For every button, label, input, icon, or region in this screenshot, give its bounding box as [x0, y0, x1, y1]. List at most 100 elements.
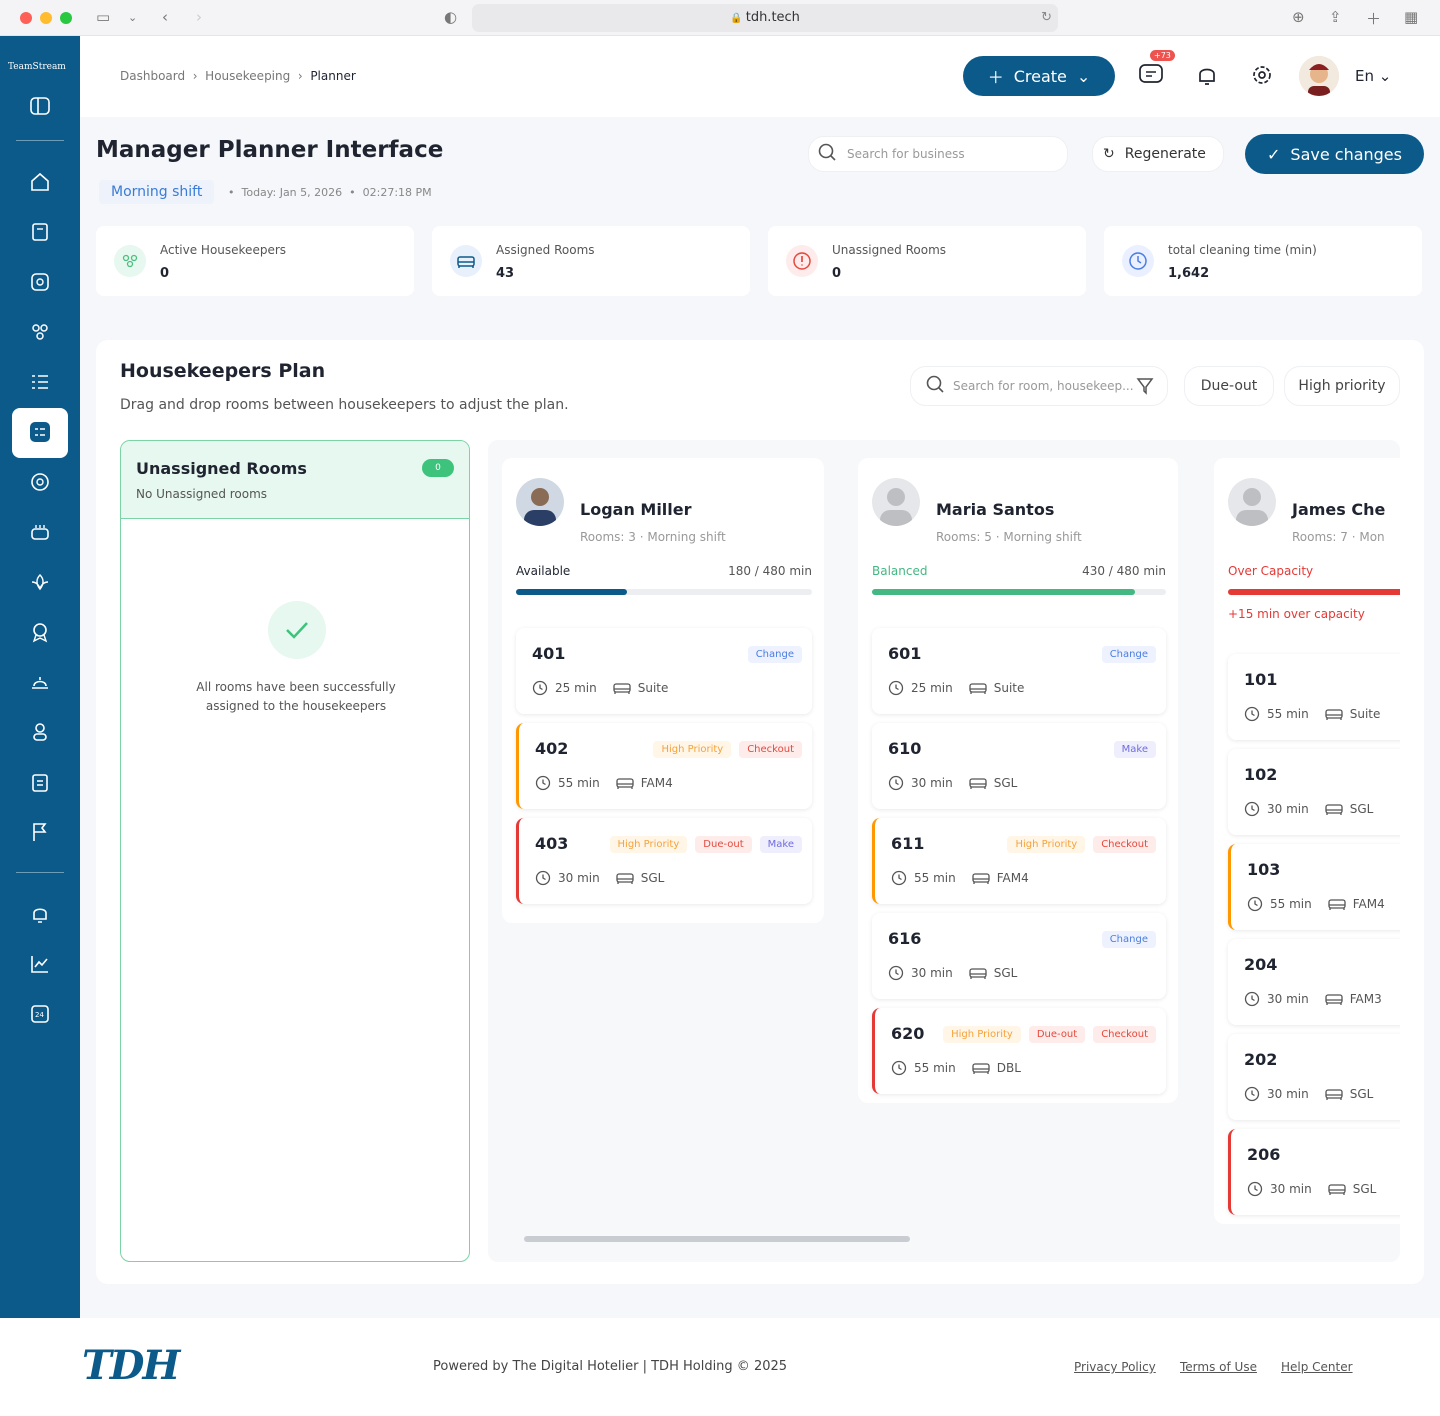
housekeeper-status: Available: [516, 564, 571, 578]
room-search-input[interactable]: Search for room, housekeep...: [910, 366, 1168, 406]
room-type: SGL: [640, 871, 665, 885]
empty-message-line-1: All rooms have been successfully: [196, 680, 396, 694]
room-tags: High Priority Due-out Make: [609, 836, 802, 853]
support-icon[interactable]: [24, 466, 56, 498]
business-search-placeholder: Search for business: [847, 147, 965, 161]
back-icon[interactable]: ‹: [162, 8, 168, 26]
analytics-icon[interactable]: [24, 948, 56, 980]
room-card[interactable]: 616 Change 30 min SGL: [872, 913, 1166, 999]
home-icon[interactable]: [24, 166, 56, 198]
room-card[interactable]: 206D30 minSGL: [1228, 1129, 1400, 1215]
housekeeper-minutes: 180 / 480 min: [728, 564, 812, 578]
notification-bell-icon[interactable]: [1195, 63, 1219, 91]
24h-icon[interactable]: 24: [24, 998, 56, 1030]
messages-icon[interactable]: [1138, 62, 1164, 92]
privacy-policy-link[interactable]: Privacy Policy: [1074, 1360, 1156, 1374]
room-type: SGL: [1352, 1182, 1377, 1196]
business-search-input[interactable]: Search for business: [808, 136, 1068, 172]
room-number: 204: [1244, 955, 1278, 974]
regenerate-label: Regenerate: [1124, 146, 1206, 162]
checklist-icon[interactable]: [24, 366, 56, 398]
room-card[interactable]: 402 High Priority Checkout 55 min FAM4: [516, 723, 812, 809]
tab-overview-icon[interactable]: ▦: [1404, 8, 1418, 26]
due-out-filter[interactable]: Due-out: [1184, 366, 1274, 406]
housekeeper-minutes: 430 / 480 min: [1082, 564, 1166, 578]
user-avatar[interactable]: [1299, 56, 1339, 96]
shift-badge[interactable]: Morning shift: [99, 180, 215, 204]
minimize-window-button[interactable]: [40, 12, 52, 24]
food-icon[interactable]: [24, 516, 56, 548]
filter-icon[interactable]: [1135, 376, 1155, 400]
terms-of-use-link[interactable]: Terms of Use: [1180, 1360, 1257, 1374]
browser-toolbar: ▭ ⌄ ‹ › ◐ 🔒 tdh.tech ↻ ⊕ ⇪ ＋ ▦: [0, 0, 1440, 36]
room-card[interactable]: 611 High Priority Checkout 55 min FAM4: [872, 818, 1166, 904]
workload-bar: [872, 589, 1166, 595]
clock-icon: [891, 1060, 907, 1076]
housekeeper-column[interactable]: Logan Miller Rooms: 3 · Morning shift Avai…: [502, 458, 824, 923]
save-changes-button[interactable]: ✓ Save changes: [1245, 134, 1424, 174]
user-icon[interactable]: [24, 716, 56, 748]
shield-icon[interactable]: ◐: [444, 8, 457, 26]
room-number: 611: [891, 834, 925, 853]
collapse-sidebar-icon[interactable]: [24, 90, 56, 122]
housekeeper-column[interactable]: Maria Santos Rooms: 5 · Morning shift Bala…: [858, 458, 1178, 1103]
create-label: Create: [1013, 66, 1067, 86]
help-center-link[interactable]: Help Center: [1281, 1360, 1353, 1374]
sidebar-toggle-icon[interactable]: ▭: [96, 8, 110, 26]
unassigned-rooms-column[interactable]: Unassigned Rooms No Unassigned rooms 0 A…: [120, 440, 470, 1262]
housekeeper-column[interactable]: James Che Rooms: 7 · Mon Over Capacity +15 …: [1214, 458, 1400, 1224]
high-priority-filter[interactable]: High priority: [1284, 366, 1400, 406]
maximize-window-button[interactable]: [60, 12, 72, 24]
language-label: En: [1355, 67, 1374, 85]
room-time: 30 min: [1267, 992, 1309, 1006]
spa-icon[interactable]: [24, 566, 56, 598]
team-icon[interactable]: [24, 316, 56, 348]
flag-icon[interactable]: [24, 816, 56, 848]
close-window-button[interactable]: [20, 12, 32, 24]
language-selector[interactable]: En ⌄: [1355, 67, 1391, 85]
share-icon[interactable]: ⇪: [1329, 8, 1342, 26]
horizontal-scrollbar[interactable]: [524, 1236, 910, 1242]
reload-icon[interactable]: ↻: [1041, 4, 1052, 32]
room-card[interactable]: 601 Change 25 min Suite: [872, 628, 1166, 714]
regenerate-button[interactable]: ↻ Regenerate: [1092, 136, 1224, 172]
room-card[interactable]: 202 30 min SGL: [1228, 1034, 1400, 1120]
powered-by-text: Powered by The Digital Hotelier | TDH Ho…: [433, 1359, 788, 1374]
unassigned-header: Unassigned Rooms No Unassigned rooms 0: [121, 441, 469, 519]
room-tag: High Priority: [1007, 836, 1086, 853]
bell-icon[interactable]: [24, 898, 56, 930]
room-card[interactable]: 204 30 min FAM3: [1228, 939, 1400, 1025]
sidebar-item-planner[interactable]: [12, 408, 68, 458]
breadcrumb-dashboard[interactable]: Dashboard: [120, 69, 185, 83]
housekeeper-status: Balanced: [872, 564, 928, 578]
concierge-bell-icon[interactable]: [24, 666, 56, 698]
empty-message: All rooms have been successfully assigned…: [121, 678, 469, 716]
clock-icon: [535, 775, 551, 791]
download-icon[interactable]: ⊕: [1292, 8, 1305, 26]
room-card[interactable]: 102 30 min SGL: [1228, 749, 1400, 835]
room-number: 401: [532, 644, 566, 663]
room-card[interactable]: 610 Make 30 min SGL: [872, 723, 1166, 809]
chevron-down-icon[interactable]: ⌄: [128, 11, 137, 24]
room-card[interactable]: 401 Change 25 min Suite: [516, 628, 812, 714]
room-card[interactable]: 620 High Priority Due-out Checkout 55 min DBL: [872, 1008, 1166, 1094]
forward-icon[interactable]: ›: [196, 8, 202, 26]
settings-gear-icon[interactable]: [1250, 63, 1274, 91]
room-details: 55 min Suite: [1244, 706, 1380, 722]
book-icon[interactable]: [24, 216, 56, 248]
scan-face-icon[interactable]: [24, 266, 56, 298]
room-card[interactable]: 403 High Priority Due-out Make 30 min SGL: [516, 818, 812, 904]
breadcrumb-housekeeping[interactable]: Housekeeping: [205, 69, 290, 83]
room-time: 30 min: [558, 871, 600, 885]
housekeeper-lanes[interactable]: Logan Miller Rooms: 3 · Morning shift Avai…: [488, 440, 1400, 1262]
award-icon[interactable]: [24, 616, 56, 648]
room-time: 30 min: [911, 776, 953, 790]
room-card[interactable]: 101 55 min Suite: [1228, 654, 1400, 740]
new-tab-icon[interactable]: ＋: [1366, 8, 1381, 29]
room-card[interactable]: 103High55 minFAM4: [1228, 844, 1400, 930]
room-time: 30 min: [911, 966, 953, 980]
bed-icon: [616, 775, 634, 791]
create-button[interactable]: ＋ Create ⌄: [963, 56, 1115, 96]
clipboard-icon[interactable]: [24, 766, 56, 798]
address-bar[interactable]: 🔒 tdh.tech ↻: [472, 4, 1058, 32]
